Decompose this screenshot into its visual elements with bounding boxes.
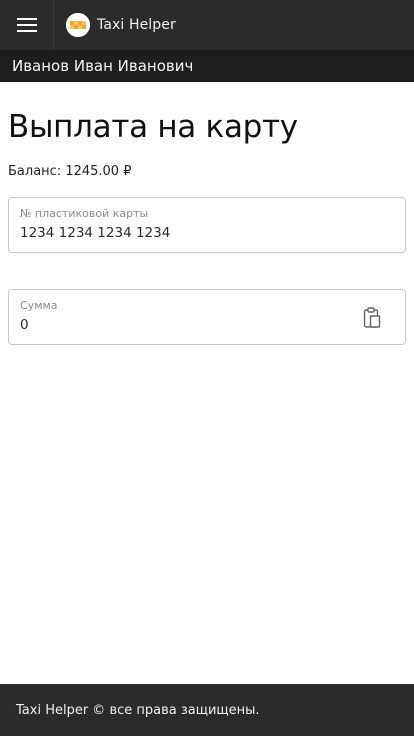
card-number-label: № пластиковой карты (20, 207, 149, 220)
clipboard-icon (363, 307, 381, 328)
hamburger-icon (16, 18, 37, 32)
paste-button[interactable] (361, 306, 383, 330)
footer: Taxi Helper © все права защищены. (0, 684, 414, 736)
top-app-bar: Taxi Helper (0, 0, 414, 50)
user-bar: Иванов Иван Иванович (0, 50, 414, 82)
main-content: Выплата на карту Баланс: 1245.00 ₽ № пла… (0, 82, 414, 345)
card-number-field[interactable]: № пластиковой карты (8, 197, 406, 253)
brand-name: Taxi Helper (97, 17, 176, 33)
taxi-logo-icon (66, 13, 90, 37)
page-title: Выплата на карту (8, 109, 298, 145)
menu-button[interactable] (0, 0, 54, 50)
footer-copyright: Taxi Helper © все права защищены. (16, 702, 260, 718)
balance-text: Баланс: 1245.00 ₽ (8, 164, 132, 179)
amount-input[interactable] (20, 317, 340, 333)
user-name: Иванов Иван Иванович (12, 57, 194, 75)
brand[interactable]: Taxi Helper (66, 13, 176, 37)
amount-label: Сумма (20, 299, 58, 312)
amount-field[interactable]: Сумма (8, 289, 406, 345)
card-number-input[interactable] (20, 225, 340, 241)
